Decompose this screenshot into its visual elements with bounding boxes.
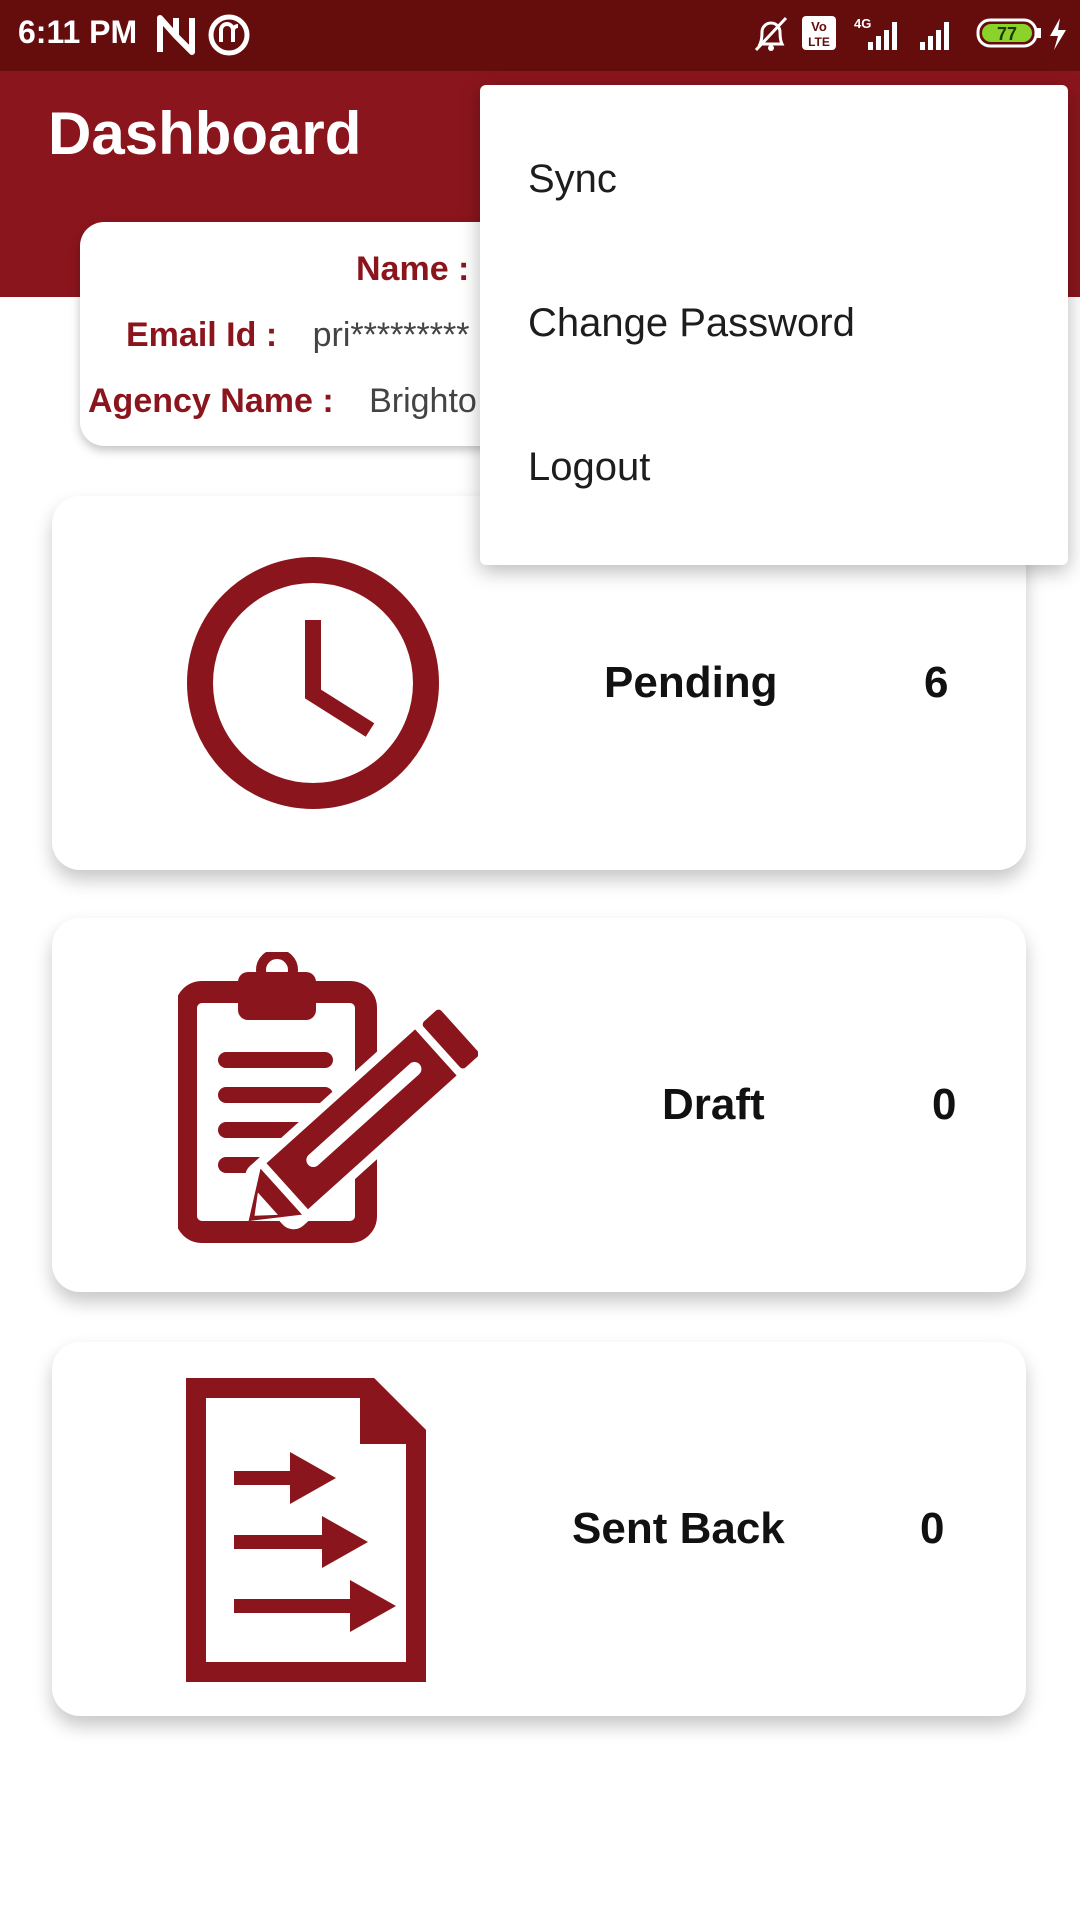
document-arrows-icon <box>186 1378 426 1687</box>
draft-card[interactable]: Draft 0 <box>52 918 1026 1292</box>
signal-icon <box>916 14 962 59</box>
svg-text:4G: 4G <box>854 16 871 31</box>
email-value: pri********* <box>312 316 470 354</box>
name-label: Name : <box>356 250 470 288</box>
email-label: Email Id : <box>126 316 278 354</box>
menu-item-logout[interactable]: Logout <box>528 445 650 490</box>
status-time: 6:11 PM <box>18 14 138 50</box>
overflow-menu: Sync Change Password Logout <box>480 85 1068 565</box>
volte-icon: Vo LTE <box>800 14 838 59</box>
charging-icon <box>1046 14 1070 59</box>
draft-count: 0 <box>932 1080 957 1129</box>
profile-name-row: Name : <box>356 250 495 289</box>
clipboard-pencil-icon <box>175 949 479 1267</box>
sync-app-icon <box>206 12 252 63</box>
clock-icon <box>186 556 440 815</box>
status-bar: 6:11 PM Vo LTE 4G 77 <box>0 0 1080 71</box>
battery-icon: 77 <box>976 14 1044 59</box>
pending-count: 6 <box>924 658 949 707</box>
svg-text:Vo: Vo <box>811 19 827 34</box>
sent-back-count: 0 <box>920 1504 945 1553</box>
sent-back-card[interactable]: Sent Back 0 <box>52 1342 1026 1716</box>
sent-back-label: Sent Back <box>572 1504 785 1553</box>
profile-agency-row: Agency Name : Brighto C <box>88 382 511 421</box>
pending-label: Pending <box>604 658 778 707</box>
menu-item-sync[interactable]: Sync <box>528 157 617 202</box>
page-title: Dashboard <box>48 100 362 167</box>
draft-label: Draft <box>662 1080 765 1129</box>
bell-muted-icon <box>752 14 790 59</box>
4g-signal-icon: 4G <box>848 14 908 59</box>
svg-text:LTE: LTE <box>808 35 830 49</box>
agency-label: Agency Name : <box>88 382 334 420</box>
profile-email-row: Email Id : pri********* <box>126 316 469 355</box>
n-app-icon <box>156 12 196 61</box>
svg-text:77: 77 <box>997 24 1017 44</box>
menu-item-change-password[interactable]: Change Password <box>528 301 855 346</box>
